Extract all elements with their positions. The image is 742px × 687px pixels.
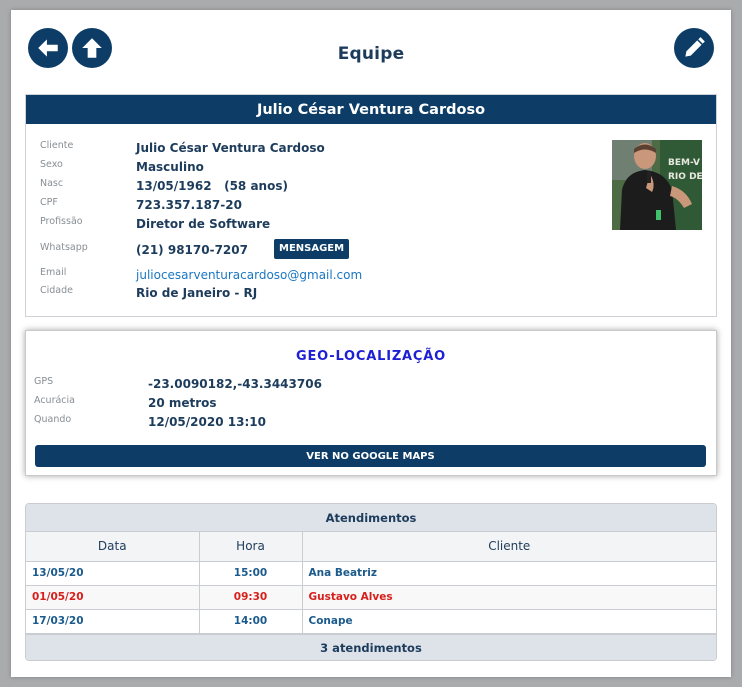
field-cliente: Cliente Julio César Ventura Cardoso	[40, 140, 600, 158]
field-profissao: Profissão Diretor de Software	[40, 216, 600, 234]
field-value: 12/05/2020 13:10	[148, 415, 266, 429]
field-label: Email	[40, 267, 67, 278]
field-value: 723.357.187-20	[136, 198, 242, 212]
person-photo-icon: BEM-V RIO DE	[612, 140, 702, 230]
field-label: Acurácia	[34, 395, 75, 406]
table-row[interactable]: 13/05/20 15:00 Ana Beatriz	[26, 561, 716, 586]
cell-client[interactable]: Gustavo Alves	[302, 585, 716, 610]
field-label: GPS	[34, 376, 54, 387]
geo-title: GEO-LOCALIZAÇÃO	[296, 349, 446, 364]
cell-time[interactable]: 14:00	[199, 609, 303, 634]
page-title: Equipe	[337, 44, 405, 64]
field-value: 20 metros	[148, 396, 217, 410]
appointments-table: Atendimentos Data Hora Cliente 13/05/20 …	[25, 503, 717, 661]
field-value: 13/05/1962 (58 anos)	[136, 179, 288, 193]
field-value: (21) 98170-7207	[136, 243, 248, 257]
field-label: CPF	[40, 197, 58, 208]
field-email: Email juliocesarventuracardoso@gmail.com	[40, 267, 600, 285]
cell-date[interactable]: 17/03/20	[26, 609, 200, 634]
cell-time[interactable]: 09:30	[199, 585, 303, 610]
field-label: Cidade	[40, 285, 73, 296]
field-whatsapp: Whatsapp (21) 98170-7207 MENSAGEM	[40, 239, 600, 260]
field-value: Rio de Janeiro - RJ	[136, 286, 258, 300]
appointments-title: Atendimentos	[26, 504, 716, 532]
app-window: Equipe Julio César Ventura Cardoso Clien…	[11, 10, 731, 677]
email-link[interactable]: juliocesarventuracardoso@gmail.com	[136, 268, 362, 282]
geo-accuracy: Acurácia 20 metros	[34, 395, 534, 411]
field-value: Julio César Ventura Cardoso	[136, 141, 325, 155]
field-sexo: Sexo Masculino	[40, 159, 600, 177]
profile-name-header: Julio César Ventura Cardoso	[26, 95, 716, 124]
cell-time[interactable]: 15:00	[199, 561, 303, 586]
cell-client[interactable]: Ana Beatriz	[302, 561, 716, 586]
field-value: -23.0090182,-43.3443706	[148, 377, 322, 391]
message-button[interactable]: MENSAGEM	[274, 239, 350, 259]
edit-button[interactable]	[674, 28, 714, 68]
field-label: Profissão	[40, 216, 83, 227]
svg-text:RIO DE: RIO DE	[668, 172, 702, 182]
table-row[interactable]: 01/05/20 09:30 Gustavo Alves	[26, 585, 716, 610]
appointments-count: 3 atendimentos	[26, 634, 716, 660]
profile-photo: BEM-V RIO DE	[612, 140, 702, 230]
column-header-hora[interactable]: Hora	[199, 532, 303, 562]
field-label: Whatsapp	[40, 242, 88, 253]
column-header-cliente[interactable]: Cliente	[302, 532, 716, 562]
cell-client[interactable]: Conape	[302, 609, 716, 634]
field-label: Sexo	[40, 159, 63, 170]
field-label: Cliente	[40, 140, 74, 151]
field-label: Nasc	[40, 178, 64, 189]
google-maps-button[interactable]: VER NO GOOGLE MAPS	[35, 445, 706, 467]
profile-card: Julio César Ventura Cardoso Cliente Juli…	[25, 94, 717, 317]
column-header-data[interactable]: Data	[26, 532, 200, 562]
field-value: Diretor de Software	[136, 217, 271, 231]
field-label: Quando	[34, 414, 72, 425]
table-header-row: Data Hora Cliente	[26, 532, 716, 562]
cell-date[interactable]: 01/05/20	[26, 585, 200, 610]
pencil-icon	[685, 37, 705, 57]
geo-when: Quando 12/05/2020 13:10	[34, 414, 534, 430]
field-nasc: Nasc 13/05/1962 (58 anos)	[40, 178, 600, 196]
field-value: Masculino	[136, 160, 204, 174]
geo-gps: GPS -23.0090182,-43.3443706	[34, 376, 534, 392]
geo-location-card: GEO-LOCALIZAÇÃO GPS -23.0090182,-43.3443…	[25, 330, 717, 476]
field-cpf: CPF 723.357.187-20	[40, 197, 600, 215]
field-cidade: Cidade Rio de Janeiro - RJ	[40, 285, 600, 303]
svg-text:BEM-V: BEM-V	[668, 158, 700, 168]
table-row[interactable]: 17/03/20 14:00 Conape	[26, 609, 716, 634]
cell-date[interactable]: 13/05/20	[26, 561, 200, 586]
